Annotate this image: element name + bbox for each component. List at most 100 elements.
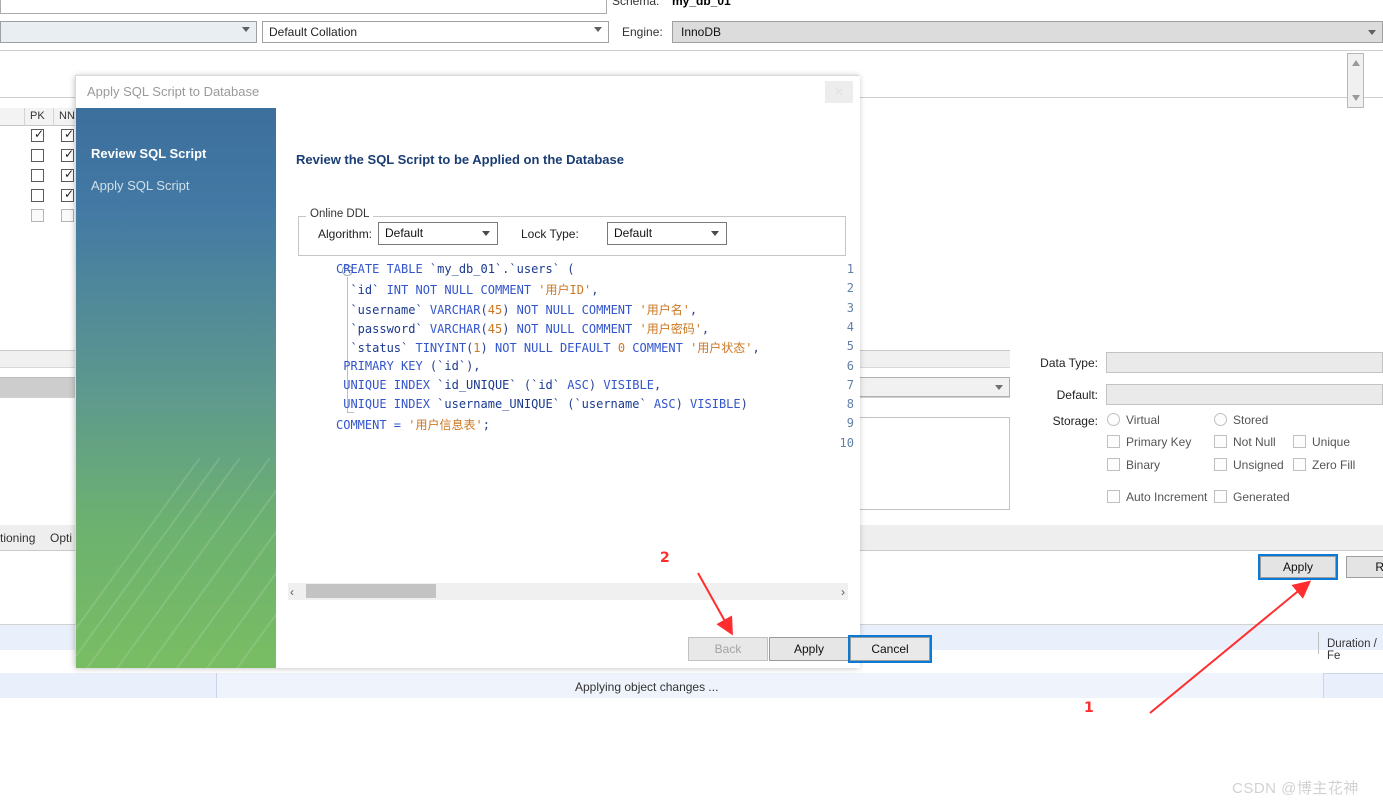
data-type-field[interactable] xyxy=(1106,352,1383,373)
engine-select[interactable]: InnoDB xyxy=(672,21,1383,43)
chevron-down-icon xyxy=(1368,30,1376,35)
label-unsigned: Unsigned xyxy=(1233,458,1284,472)
radio-stored[interactable] xyxy=(1214,413,1227,426)
checkbox-pk[interactable]: ✓ xyxy=(31,127,45,142)
columns-grid-rows: ✓ ✓ ✓ ✓ ✓ xyxy=(0,126,76,226)
algorithm-value: Default xyxy=(385,226,424,240)
duration-fetch-header: Duration / Fe xyxy=(1327,638,1377,662)
scrollbar-thumb[interactable] xyxy=(306,584,436,598)
dialog-heading: Review the SQL Script to be Applied on t… xyxy=(296,152,624,167)
scroll-down-icon[interactable] xyxy=(1352,95,1360,101)
schema-label: Schema: xyxy=(612,0,660,8)
output-column-divider xyxy=(1318,632,1319,654)
checkbox-pk[interactable] xyxy=(31,169,44,182)
table-row[interactable]: ✓ xyxy=(0,166,76,186)
default-field[interactable] xyxy=(1106,384,1383,405)
step-apply-sql-script[interactable]: Apply SQL Script xyxy=(91,178,190,193)
scroll-up-icon[interactable] xyxy=(1352,60,1360,66)
tab-partitioning[interactable]: tioning xyxy=(0,531,35,545)
checkbox-pk[interactable] xyxy=(31,149,44,162)
lock-type-value: Default xyxy=(614,226,653,240)
tab-options[interactable]: Opti xyxy=(50,531,72,545)
checkbox-generated[interactable] xyxy=(1214,490,1227,503)
revert-button[interactable]: Rev xyxy=(1346,556,1383,578)
radio-virtual[interactable] xyxy=(1107,413,1120,426)
line-number: 3 xyxy=(846,300,854,315)
label-zero-fill: Zero Fill xyxy=(1312,458,1356,472)
code-line: PRIMARY KEY (`id`), xyxy=(336,358,481,373)
line-number: 5 xyxy=(846,339,854,354)
annotation-number-2: 2 xyxy=(660,550,670,566)
checkbox-not-null[interactable] xyxy=(1214,435,1227,448)
algorithm-select[interactable]: Default xyxy=(378,222,498,245)
line-number: 10 xyxy=(839,435,854,450)
step-review-sql-script[interactable]: Review SQL Script xyxy=(91,146,206,161)
checkbox-nn[interactable]: ✓ xyxy=(61,148,74,162)
apply-sql-script-dialog: Apply SQL Script to Database ✕ Review SQ… xyxy=(75,75,932,668)
checkbox-nn[interactable]: ✓ xyxy=(61,167,75,182)
apply-button[interactable]: Apply xyxy=(1258,554,1338,580)
dialog-apply-button[interactable]: Apply xyxy=(769,637,849,661)
sql-script-editor[interactable]: CREATE TABLE `my_db_01`.`users` ( `id` I… xyxy=(276,258,860,576)
scroll-left-icon[interactable]: ‹ xyxy=(290,585,294,599)
code-line: UNIQUE INDEX `id_UNIQUE` (`id` ASC) VISI… xyxy=(336,377,662,392)
lock-type-label: Lock Type: xyxy=(521,227,579,241)
table-row[interactable] xyxy=(0,206,76,226)
grid-divider xyxy=(24,108,25,126)
default-label: Default: xyxy=(1056,388,1098,402)
code-line: CREATE TABLE `my_db_01`.`users` ( xyxy=(336,262,575,276)
code-line: `id` INT NOT NULL COMMENT '用户ID', xyxy=(336,283,599,298)
checkbox-unique[interactable] xyxy=(1293,435,1306,448)
checkbox-pk[interactable] xyxy=(31,209,44,222)
table-row[interactable]: ✓ ✓ xyxy=(0,126,76,146)
check-icon: ✓ xyxy=(34,127,45,141)
editor-horizontal-scrollbar[interactable]: ‹ › xyxy=(288,583,848,600)
dialog-title: Apply SQL Script to Database xyxy=(87,84,260,99)
charset-select[interactable] xyxy=(0,21,257,43)
lock-type-select[interactable]: Default xyxy=(607,222,727,245)
code-line: UNIQUE INDEX `username_UNIQUE` (`usernam… xyxy=(336,397,748,412)
collation-value: Default Collation xyxy=(269,25,358,39)
label-binary: Binary xyxy=(1126,458,1161,472)
dialog-cancel-button[interactable]: Cancel xyxy=(848,635,932,663)
back-button[interactable]: Back xyxy=(688,637,768,661)
dialog-step-sidebar: Review SQL Script Apply SQL Script xyxy=(76,108,276,668)
line-number: 8 xyxy=(846,397,854,412)
label-stored: Stored xyxy=(1233,413,1269,427)
checkbox-binary[interactable] xyxy=(1107,458,1120,471)
collation-select[interactable]: Default Collation xyxy=(262,21,609,43)
chevron-down-icon xyxy=(995,385,1003,390)
column-header-pk: PK xyxy=(30,110,45,122)
status-bar-left xyxy=(0,673,216,698)
checkbox-zero-fill[interactable] xyxy=(1293,458,1306,471)
close-icon[interactable]: ✕ xyxy=(825,81,853,103)
line-number: 7 xyxy=(846,377,854,392)
status-bar-cell xyxy=(216,673,1324,698)
line-number: 4 xyxy=(846,319,854,334)
checkbox-nn[interactable]: ✓ xyxy=(61,188,74,202)
engine-value: InnoDB xyxy=(681,25,722,39)
code-line: `username` VARCHAR(45) NOT NULL COMMENT … xyxy=(336,302,698,317)
comments-scrollbar[interactable] xyxy=(1347,53,1364,108)
checkbox-auto-increment[interactable] xyxy=(1107,490,1120,503)
table-name-field[interactable] xyxy=(0,0,607,14)
top-row-schema: Schema: my_db_01 xyxy=(0,0,1383,16)
check-icon: ✓ xyxy=(64,127,75,141)
code-line: `password` VARCHAR(45) NOT NULL COMMENT … xyxy=(336,321,710,336)
checkbox-nn[interactable]: ✓ xyxy=(61,127,75,142)
label-generated: Generated xyxy=(1233,490,1290,504)
data-type-label: Data Type: xyxy=(1040,356,1098,370)
table-row[interactable]: ✓ xyxy=(0,146,76,166)
label-virtual: Virtual xyxy=(1126,413,1160,427)
checkbox-primary-key[interactable] xyxy=(1107,435,1120,448)
line-number: 6 xyxy=(846,358,854,373)
chevron-down-icon xyxy=(711,231,719,236)
online-ddl-legend: Online DDL xyxy=(306,208,374,220)
checkbox-nn[interactable] xyxy=(61,209,74,222)
table-row[interactable]: ✓ xyxy=(0,186,76,206)
code-line: `status` TINYINT(1) NOT NULL DEFAULT 0 C… xyxy=(336,341,760,356)
checkbox-unsigned[interactable] xyxy=(1214,458,1227,471)
check-icon: ✓ xyxy=(64,167,75,181)
checkbox-pk[interactable] xyxy=(31,189,44,202)
scroll-right-icon[interactable]: › xyxy=(841,585,845,599)
